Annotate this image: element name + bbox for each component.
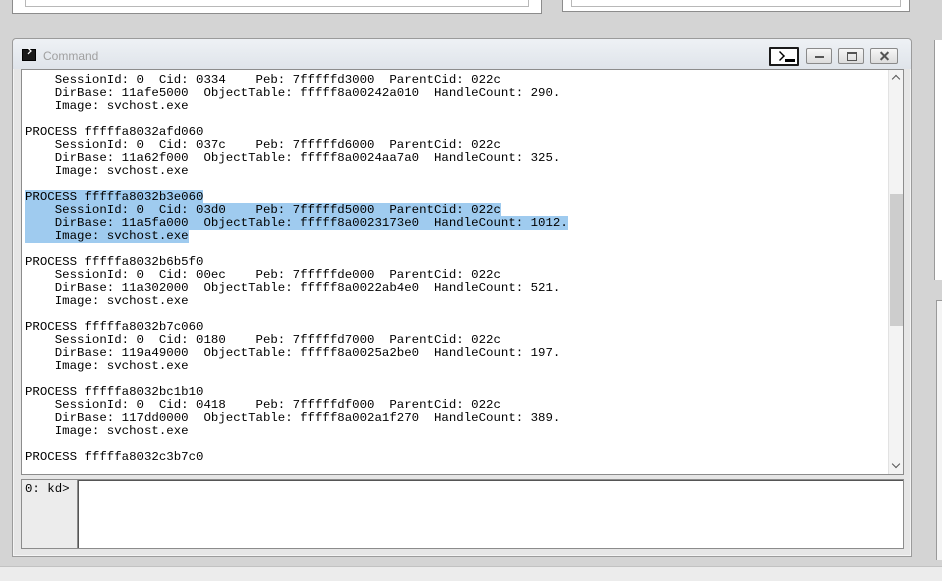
scroll-up-button[interactable] bbox=[889, 70, 903, 86]
output-line-text: Image: svchost.exe bbox=[25, 294, 189, 308]
output-line-text: PROCESS fffffa8032afd060 bbox=[25, 125, 204, 139]
command-output[interactable]: PROCESS fffffa8032acc060 SessionId: 0 Ci… bbox=[21, 69, 904, 475]
output-line-text: Image: svchost.exe bbox=[25, 359, 189, 373]
output-line-text: DirBase: 117dd0000 ObjectTable: fffff8a0… bbox=[25, 411, 561, 425]
output-line: Image: svchost.exe bbox=[25, 295, 885, 308]
title-bar[interactable]: Command bbox=[13, 39, 911, 69]
background-panel-right-inner bbox=[571, 0, 901, 7]
output-line: Image: svchost.exe bbox=[25, 425, 885, 438]
background-panel-right bbox=[562, 0, 910, 12]
prompt-label-area: 0: kd> bbox=[21, 479, 77, 549]
output-line-text: Image: svchost.exe bbox=[25, 164, 189, 178]
output-line-text: SessionId: 0 Cid: 00ec Peb: 7fffffde000 … bbox=[25, 268, 501, 282]
output-line-text: SessionId: 0 Cid: 0418 Peb: 7fffffdf000 … bbox=[25, 398, 501, 412]
background-panel-left-inner bbox=[25, 0, 529, 7]
output-line-text: SessionId: 0 Cid: 03d0 Peb: 7fffffd5000 … bbox=[25, 203, 501, 217]
status-strip bbox=[0, 566, 942, 581]
output-line: Image: svchost.exe bbox=[25, 229, 885, 243]
output-line-text: Image: svchost.exe bbox=[25, 424, 189, 438]
window-title: Command bbox=[43, 49, 99, 63]
output-line: Image: svchost.exe bbox=[25, 165, 885, 178]
output-line-text: SessionId: 0 Cid: 037c Peb: 7fffffd6000 … bbox=[25, 138, 501, 152]
output-line-text: PROCESS fffffa8032c3b7c0 bbox=[25, 450, 204, 464]
console-icon bbox=[22, 49, 36, 61]
console-toggle-icon-line bbox=[785, 59, 795, 62]
scroll-down-button[interactable] bbox=[889, 458, 903, 474]
output-line: Image: svchost.exe bbox=[25, 360, 885, 373]
output-line-text: DirBase: 11afe5000 ObjectTable: fffff8a0… bbox=[25, 86, 561, 100]
minimize-button[interactable] bbox=[806, 48, 832, 64]
close-button[interactable] bbox=[870, 48, 898, 64]
output-line-text: PROCESS fffffa8032b6b5f0 bbox=[25, 255, 204, 269]
console-toggle-icon bbox=[775, 51, 785, 61]
console-toggle-button[interactable] bbox=[769, 47, 799, 66]
background-window-edge-upper bbox=[934, 40, 942, 280]
output-line-text: SessionId: 0 Cid: 0334 Peb: 7fffffd3000 … bbox=[25, 73, 501, 87]
output-line-text: SessionId: 0 Cid: 0180 Peb: 7fffffd7000 … bbox=[25, 333, 501, 347]
output-text[interactable]: PROCESS fffffa8032acc060 SessionId: 0 Ci… bbox=[25, 70, 885, 464]
scroll-thumb[interactable] bbox=[890, 194, 903, 326]
background-window-edge-lower bbox=[936, 300, 942, 560]
command-window: Command PROCESS fffffa8032acc060 Session… bbox=[12, 38, 912, 557]
vertical-scrollbar[interactable] bbox=[888, 70, 903, 474]
command-input[interactable] bbox=[80, 482, 904, 548]
command-input-area[interactable] bbox=[77, 479, 904, 549]
maximize-button[interactable] bbox=[838, 48, 864, 64]
output-line: Image: svchost.exe bbox=[25, 100, 885, 113]
output-line-text: Image: svchost.exe bbox=[25, 99, 189, 113]
output-line-text: DirBase: 11a62f000 ObjectTable: fffff8a0… bbox=[25, 151, 561, 165]
output-line-text: DirBase: 11a5fa000 ObjectTable: fffff8a0… bbox=[25, 216, 568, 230]
output-line-text: DirBase: 11a302000 ObjectTable: fffff8a0… bbox=[25, 281, 561, 295]
output-line-text: PROCESS fffffa8032b3e060 bbox=[25, 190, 204, 204]
output-line: PROCESS fffffa8032c3b7c0 bbox=[25, 451, 885, 464]
output-line-text: Image: svchost.exe bbox=[25, 229, 189, 243]
prompt-label: 0: kd> bbox=[25, 482, 70, 496]
output-line-text: PROCESS fffffa8032bc1b10 bbox=[25, 385, 204, 399]
background-panel-left bbox=[12, 0, 542, 14]
output-line-text: PROCESS fffffa8032b7c060 bbox=[25, 320, 204, 334]
output-line-text: DirBase: 119a49000 ObjectTable: fffff8a0… bbox=[25, 346, 561, 360]
